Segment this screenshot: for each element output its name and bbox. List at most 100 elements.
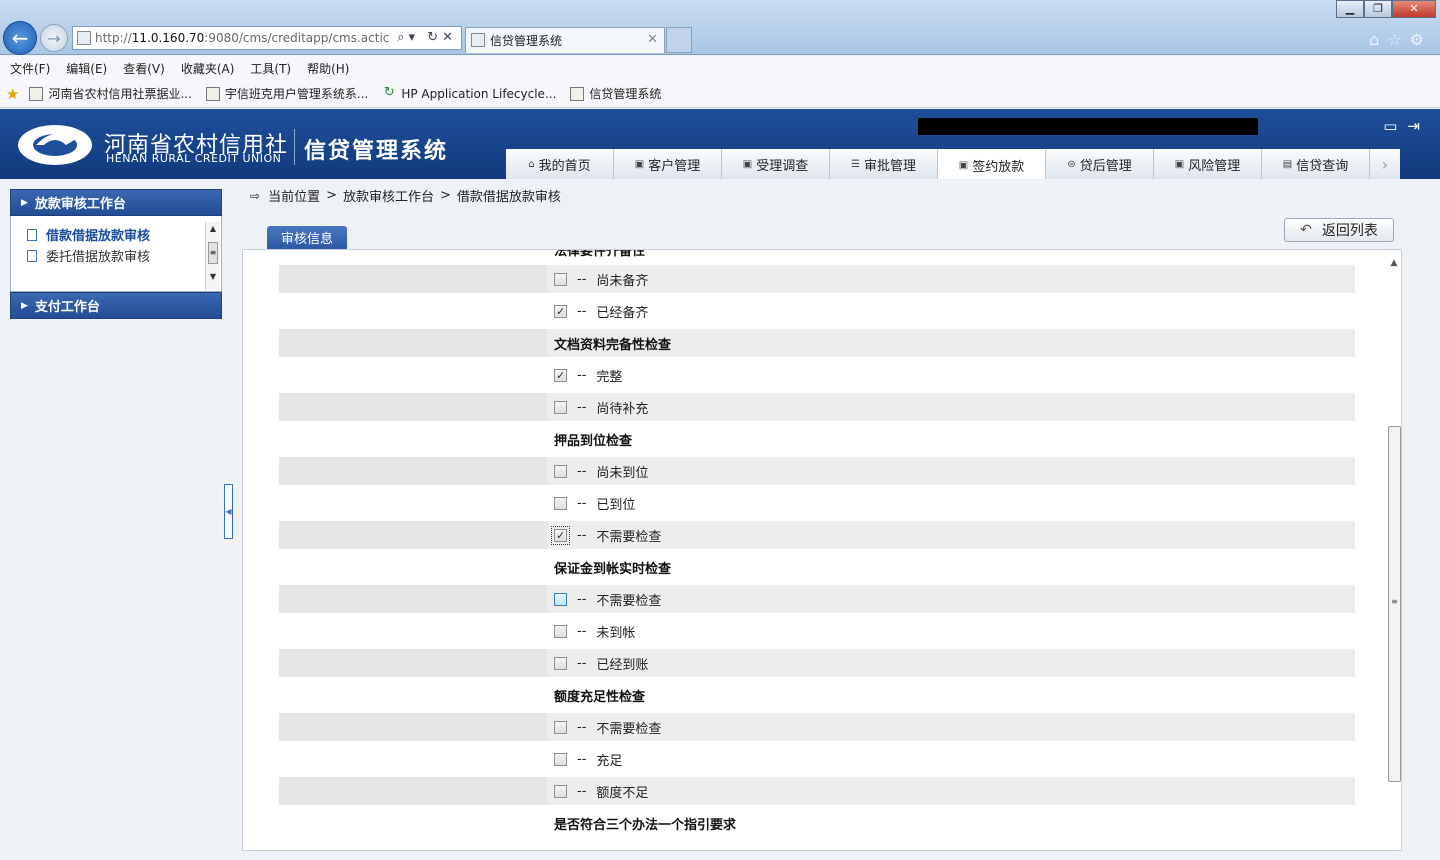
checkbox[interactable] — [554, 752, 567, 766]
scroll-thumb[interactable]: ≡ — [208, 242, 218, 264]
checkbox[interactable] — [554, 720, 567, 734]
menu-view[interactable]: 查看(V) — [123, 60, 165, 77]
option-item[interactable]: -- 不需要检查 — [554, 590, 661, 609]
address-bar[interactable]: http://11.0.160.70:9080/cms/creditapp/cm… — [72, 26, 462, 50]
nav-tab-label: 风险管理 — [1188, 158, 1241, 174]
sidebar-section-loan-review[interactable]: ▶ 放款审核工作台 — [10, 189, 222, 216]
option-item[interactable]: -- 充足 — [554, 750, 622, 769]
menu-favorites[interactable]: 收藏夹(A) — [181, 60, 235, 77]
browser-titlebar: ← → http://11.0.160.70:9080/cms/creditap… — [0, 0, 1440, 55]
new-tab-button[interactable] — [666, 27, 692, 53]
favorites-add-icon[interactable]: ★ — [6, 85, 19, 103]
favorite-page-icon — [570, 86, 585, 101]
url-prefix: http:// — [95, 31, 132, 45]
survey-icon: ▣ — [742, 158, 753, 170]
nav-tab-postloan[interactable]: ⊜ 贷后管理 — [1046, 149, 1154, 179]
option-item[interactable]: -- 不需要检查 — [551, 525, 661, 545]
option-label: 不需要检查 — [596, 721, 662, 737]
nav-tab-query[interactable]: ▤ 信贷查询 — [1262, 149, 1370, 179]
checkbox[interactable] — [554, 656, 567, 670]
sidebar-item-entrusted-note-review[interactable]: 委托借据放款审核 — [11, 245, 221, 266]
document-icon — [27, 228, 37, 241]
monitor-icon[interactable]: ▭ — [1383, 117, 1407, 135]
scroll-thumb[interactable]: ≡ — [1388, 426, 1401, 782]
favorite-page-icon — [29, 86, 44, 101]
option-row: -- 不需要检查 — [279, 519, 1355, 551]
tab-close-icon[interactable]: ✕ — [647, 32, 658, 47]
checkbox[interactable] — [554, 784, 567, 798]
back-to-list-button[interactable]: ↶ 返回列表 — [1284, 218, 1394, 242]
option-item[interactable]: -- 不需要检查 — [554, 718, 661, 737]
favorite-link[interactable]: 河南省农村信用社票据业... — [29, 85, 192, 102]
favorite-link[interactable]: ↻ HP Application Lifecycle... — [382, 86, 556, 101]
option-item[interactable]: -- 已到位 — [554, 494, 635, 513]
menu-edit[interactable]: 编辑(E) — [66, 60, 107, 77]
checkbox-checked[interactable] — [554, 368, 567, 382]
checkbox[interactable] — [554, 624, 567, 638]
group-title: 文档资料完备性检查 — [554, 337, 672, 353]
nav-tab-customer[interactable]: ▣ 客户管理 — [614, 149, 722, 179]
sidebar-section-payment[interactable]: ▶ 支付工作台 — [10, 292, 222, 319]
sidebar-section-label: 支付工作台 — [34, 300, 100, 315]
nav-tab-risk[interactable]: ▣ 风险管理 — [1154, 149, 1262, 179]
settings-gear-icon[interactable]: ⚙ — [1410, 30, 1432, 49]
menu-tools[interactable]: 工具(T) — [250, 60, 291, 77]
option-row: -- 不需要检查 — [279, 711, 1355, 743]
option-item[interactable]: -- 尚未备齐 — [554, 270, 648, 289]
option-item[interactable]: -- 已经备齐 — [554, 302, 648, 321]
tab-review-info[interactable]: 审核信息 — [267, 226, 347, 249]
scroll-down-icon[interactable]: ▼ — [206, 270, 220, 284]
nav-tab-contract[interactable]: ▣ 签约放款 — [938, 149, 1046, 179]
nav-tab-approval[interactable]: ☰ 审批管理 — [830, 149, 938, 179]
option-item[interactable]: -- 完整 — [554, 366, 622, 385]
sidebar-scrollbar[interactable]: ▲ ≡ ▼ — [205, 222, 220, 290]
minimize-icon[interactable]: ▁ — [1336, 0, 1364, 18]
checkbox[interactable] — [554, 400, 567, 414]
nav-tab-label: 信贷查询 — [1296, 158, 1349, 174]
option-item[interactable]: -- 已经到账 — [554, 654, 648, 673]
favorites-star-icon[interactable]: ☆ — [1387, 30, 1409, 49]
home-icon: ⌂ — [528, 158, 535, 170]
option-label: 充足 — [596, 753, 623, 769]
option-item[interactable]: -- 尚待补充 — [554, 398, 648, 417]
option-dash: -- — [577, 783, 587, 799]
home-icon[interactable]: ⌂ — [1369, 30, 1387, 49]
checkbox[interactable] — [554, 464, 567, 478]
address-bar-actions[interactable]: ⌕▾ ↻✕ — [397, 30, 457, 45]
maximize-icon[interactable]: ❐ — [1364, 0, 1392, 18]
logout-icon[interactable]: ⇥ — [1407, 117, 1430, 135]
checkbox-checked[interactable] — [551, 525, 570, 545]
checkbox-checked[interactable] — [554, 304, 567, 318]
menu-file[interactable]: 文件(F) — [10, 60, 50, 77]
sidebar-collapse-handle[interactable]: ◀ — [224, 484, 233, 539]
favorite-link[interactable]: 宇信班克用户管理系统系... — [205, 85, 369, 102]
forward-arrow-icon[interactable]: → — [40, 24, 68, 52]
back-arrow-icon[interactable]: ← — [3, 21, 37, 55]
panel-scrollbar[interactable]: ▲ ≡ — [1386, 258, 1402, 852]
scroll-up-icon[interactable]: ▲ — [1386, 258, 1402, 268]
scroll-up-icon[interactable]: ▲ — [206, 222, 220, 236]
favorite-label: 宇信班克用户管理系统系... — [224, 87, 369, 101]
page-favicon-icon — [77, 31, 91, 45]
breadcrumb-item[interactable]: 放款审核工作台 — [343, 186, 434, 205]
nav-tab-survey[interactable]: ▣ 受理调查 — [722, 149, 830, 179]
query-icon: ▤ — [1282, 158, 1293, 170]
option-item[interactable]: -- 额度不足 — [554, 782, 648, 801]
expand-triangle-icon: ▶ — [21, 300, 28, 311]
browser-tab[interactable]: 信贷管理系统 ✕ — [465, 27, 665, 53]
checkbox[interactable] — [554, 592, 567, 606]
option-label: 已经到账 — [596, 657, 649, 673]
favorite-link[interactable]: 信贷管理系统 — [570, 85, 661, 102]
nav-tab-label: 我的首页 — [538, 158, 591, 174]
checkbox[interactable] — [554, 272, 567, 286]
main-nav: ⌂ 我的首页 ▣ 客户管理 ▣ 受理调查 ☰ 审批管理 ▣ 签约放款 ⊜ 贷后管理 ▣ 风险管… — [506, 149, 1400, 179]
nav-tab-home[interactable]: ⌂ 我的首页 — [506, 149, 614, 179]
nav-scroll-right-icon[interactable]: › — [1370, 149, 1400, 179]
option-item[interactable]: -- 未到帐 — [554, 622, 635, 641]
menu-help[interactable]: 帮助(H) — [307, 60, 349, 77]
checkbox[interactable] — [554, 496, 567, 510]
option-dash: -- — [577, 399, 587, 415]
close-window-icon[interactable]: ✕ — [1392, 0, 1436, 18]
sidebar-item-loan-note-review[interactable]: 借款借据放款审核 — [11, 224, 221, 245]
option-item[interactable]: -- 尚未到位 — [554, 462, 648, 481]
